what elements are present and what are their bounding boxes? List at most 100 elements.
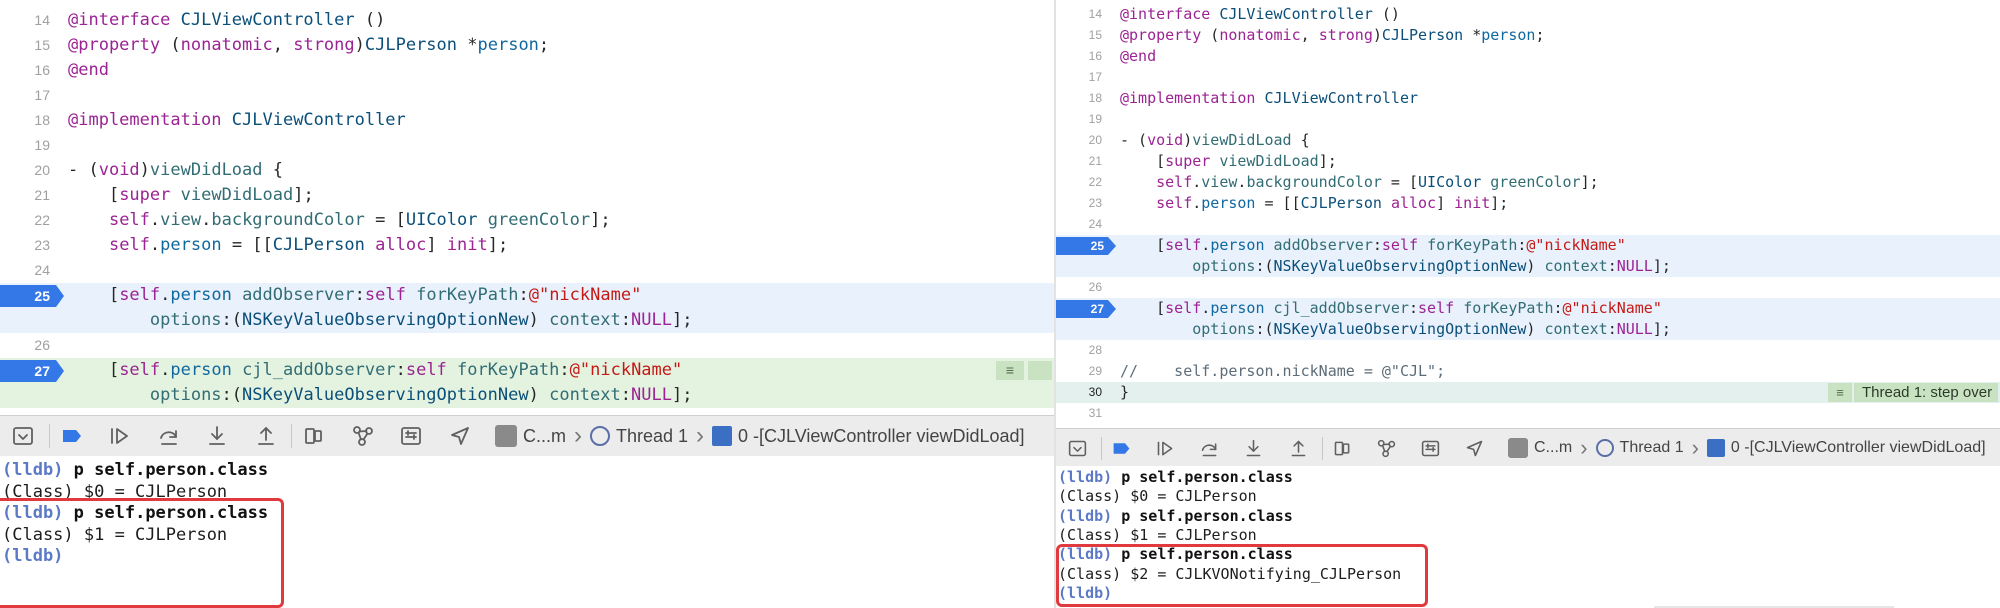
code-line: 19	[1056, 109, 2000, 130]
chevron-right-icon: ›	[1580, 435, 1588, 460]
code-line: 21 [super viewDidLoad];	[1056, 151, 2000, 172]
annotation-list-icon[interactable]: ≡	[1828, 383, 1852, 402]
debug-breadcrumb[interactable]: C...m › Thread 1 › 0 -[CJLViewController vie…	[1508, 429, 1986, 467]
code-line: 18 @implementation CJLViewController	[0, 108, 1054, 133]
code-editor[interactable]: 14 @interface CJLViewController () 15 @prop…	[0, 0, 1054, 428]
code-line: 22 self.view.backgroundColor = [UIColor …	[0, 208, 1054, 233]
toolbar-separator	[1321, 437, 1323, 460]
simulate-location-icon[interactable]	[443, 416, 477, 456]
code-line: 25 [self.person addObserver:self forKeyP…	[0, 283, 1054, 333]
toolbar-separator	[48, 424, 50, 448]
code-line: 27 [self.person cjl_addObserver:self for…	[0, 358, 1054, 408]
step-over-icon[interactable]	[1195, 429, 1225, 467]
frame-label[interactable]: 0 -[CJLViewController viewDidLoad]	[1731, 439, 1986, 457]
debug-breadcrumb[interactable]: C...m › Thread 1 › 0 -[CJLViewController vie…	[495, 416, 1025, 456]
hide-debug-area-icon[interactable]	[6, 416, 40, 456]
annotation-list-icon[interactable]: ≡	[996, 361, 1024, 380]
code-line: 23 self.person = [[CJLPerson alloc] init…	[1056, 193, 2000, 214]
line-number: 14	[34, 12, 50, 28]
step-over-icon[interactable]	[152, 416, 186, 456]
continue-icon[interactable]	[103, 416, 137, 456]
code-text: @property (nonatomic, strong)CJLPerson *…	[68, 35, 550, 55]
lldb-command: p self.person.class	[1121, 468, 1293, 486]
hide-debug-area-icon[interactable]	[1062, 429, 1092, 467]
code-line: 21 [super viewDidLoad];	[0, 183, 1054, 208]
breakpoint-toggle-icon[interactable]	[1106, 429, 1136, 467]
toolbar-separator	[1100, 437, 1102, 460]
environment-overrides-icon[interactable]	[1416, 429, 1446, 467]
breakpoint-marker[interactable]: 25	[1056, 237, 1116, 255]
code-line: 19	[0, 133, 1054, 158]
line-number: 17	[34, 87, 50, 103]
thread-label[interactable]: Thread 1	[1620, 439, 1684, 457]
line-number: 24	[1088, 217, 1102, 231]
breakpoint-marker[interactable]: 27	[0, 360, 64, 382]
code-text: @property (nonatomic, strong)CJLPerson *…	[1120, 26, 1545, 44]
code-line: 22 self.view.backgroundColor = [UIColor …	[1056, 172, 2000, 193]
code-line: 17	[0, 83, 1054, 108]
code-line: 16 @end	[1056, 46, 2000, 67]
thread-label[interactable]: Thread 1	[616, 426, 688, 447]
debug-bar: C...m › Thread 1 › 0 -[CJLViewController vie…	[0, 415, 1054, 457]
line-number: 31	[1088, 406, 1102, 420]
breakpoint-marker[interactable]: 27	[1056, 300, 1116, 318]
annotation-toggle-button[interactable]	[1028, 361, 1052, 380]
code-text-continuation: options:(NSKeyValueObservingOptionNew) c…	[1192, 257, 1671, 275]
memory-graph-icon[interactable]	[346, 416, 380, 456]
code-line: 20 - (void)viewDidLoad {	[1056, 130, 2000, 151]
chevron-right-icon: ›	[1691, 435, 1699, 460]
line-number: 18	[34, 112, 50, 128]
code-text: @implementation CJLViewController	[68, 110, 406, 130]
code-line: 14 @interface CJLViewController ()	[1056, 4, 2000, 25]
step-out-icon[interactable]	[1283, 429, 1313, 467]
code-text: @interface CJLViewController ()	[68, 10, 386, 30]
lldb-prompt: (lldb)	[2, 460, 64, 480]
code-line: 24	[0, 258, 1054, 283]
line-number: 21	[34, 187, 50, 203]
right-editor-pane: 14 @interface CJLViewController () 15 @prop…	[1056, 0, 2000, 608]
code-text: [self.person cjl_addObserver:self forKey…	[68, 360, 683, 380]
lldb-console[interactable]: (lldb) p self.person.class (Class) $0 = C…	[0, 456, 1054, 608]
line-number: 21	[1088, 154, 1102, 168]
environment-overrides-icon[interactable]	[394, 416, 428, 456]
code-line: 26	[0, 333, 1054, 358]
code-text-continuation: options:(NSKeyValueObservingOptionNew) c…	[149, 385, 693, 405]
view-debugger-icon[interactable]	[1327, 429, 1357, 467]
simulate-location-icon[interactable]	[1460, 429, 1490, 467]
code-text: self.view.backgroundColor = [UIColor gre…	[1156, 173, 1599, 191]
line-number: 23	[34, 237, 50, 253]
code-text: @implementation CJLViewController	[1120, 89, 1419, 107]
view-debugger-icon[interactable]	[297, 416, 331, 456]
line-number: 20	[1088, 133, 1102, 147]
step-out-icon[interactable]	[249, 416, 283, 456]
code-line: 15 @property (nonatomic, strong)CJLPerson…	[0, 33, 1054, 58]
lldb-output: (Class) $1 = CJLPerson	[1058, 525, 1257, 544]
code-line: 18 @implementation CJLViewController	[1056, 88, 2000, 109]
step-into-icon[interactable]	[200, 416, 234, 456]
step-into-icon[interactable]	[1239, 429, 1269, 467]
console-line: (lldb) p self.person.class	[1058, 468, 1293, 487]
code-editor[interactable]: 14 @interface CJLViewController () 15 @prop…	[1056, 0, 2000, 428]
code-line: 24	[1056, 214, 2000, 235]
continue-icon[interactable]	[1150, 429, 1180, 467]
frame-label[interactable]: 0 -[CJLViewController viewDidLoad]	[738, 426, 1024, 447]
memory-graph-icon[interactable]	[1371, 429, 1401, 467]
line-number: 20	[34, 162, 50, 178]
code-line: 14 @interface CJLViewController ()	[0, 8, 1054, 33]
scheme-label[interactable]: C...m	[1534, 439, 1572, 457]
lldb-console[interactable]: (lldb) p self.person.class (Class) $0 = C…	[1056, 466, 2000, 608]
left-editor-pane: 14 @interface CJLViewController () 15 @prop…	[0, 0, 1054, 608]
highlight-box	[1056, 544, 1428, 607]
code-text: @end	[1120, 47, 1157, 65]
breakpoint-marker[interactable]: 25	[0, 285, 64, 307]
code-text: self.person = [[CJLPerson alloc] init];	[108, 235, 509, 255]
line-number: 15	[34, 37, 50, 53]
scheme-label[interactable]: C...m	[523, 426, 566, 447]
code-line: 17	[1056, 67, 2000, 88]
code-text-continuation: options:(NSKeyValueObservingOptionNew) c…	[1192, 320, 1671, 338]
breakpoint-toggle-icon[interactable]	[55, 416, 89, 456]
code-text: [self.person addObserver:self forKeyPath…	[68, 285, 642, 305]
console-line: (lldb) p self.person.class	[2, 460, 268, 482]
line-number: 26	[1088, 280, 1102, 294]
line-number: 29	[1088, 364, 1102, 378]
